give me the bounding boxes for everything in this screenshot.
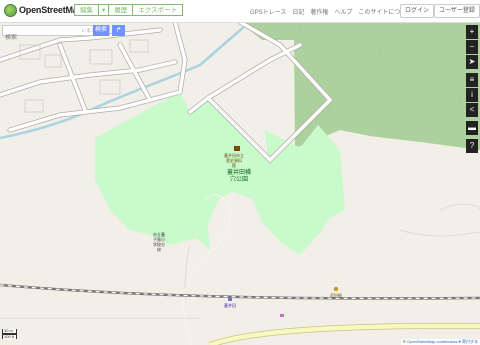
search-button[interactable]: 検索 — [93, 25, 109, 36]
attribution-link[interactable]: OpenStreetMap contributors — [407, 339, 457, 344]
museum-label: 蓋井田市立 歴史資料 館 — [224, 153, 244, 168]
park-name-line1: 蓋井田横 — [227, 170, 252, 176]
nav-links: GPSトレース 日記 著作権 ヘルプ このサイトについて — [244, 7, 412, 16]
scale-bar: 30 m 100 ft — [2, 329, 17, 339]
school-label: 市立蓋 子島小 学校分 校 — [153, 232, 165, 252]
zoom-out-button[interactable]: − — [466, 40, 478, 54]
layers-icon[interactable]: ≡ — [466, 73, 478, 87]
tab-history[interactable]: 履歴 — [109, 4, 134, 16]
park-name-line2: 穴公園 — [230, 177, 249, 183]
nav-diary[interactable]: 日記 — [292, 10, 304, 16]
scale-imperial: 100 ft — [2, 334, 17, 339]
nav-copyright[interactable]: 著作権 — [310, 10, 328, 16]
info-icon[interactable]: i — [466, 88, 478, 102]
query-icon[interactable]: ? — [466, 139, 478, 153]
bus-stop-icon — [280, 314, 284, 317]
note-icon[interactable]: ▬ — [466, 121, 478, 135]
school-label-line4: 校 — [157, 247, 161, 252]
attribution: © OpenStreetMap contributors ♥ 寄付する — [401, 339, 480, 345]
tab-export[interactable]: エクスポート — [133, 4, 184, 16]
osm-logo-icon[interactable] — [4, 4, 17, 17]
nav-gps-traces[interactable]: GPSトレース — [250, 10, 286, 16]
share-icon[interactable]: < — [466, 103, 478, 117]
station2-icon — [333, 286, 339, 292]
museum-label-line3: 館 — [232, 163, 236, 168]
zoom-in-button[interactable]: + — [466, 25, 478, 39]
edit-tab-group: 編集 ▾ 履歴 エクスポート — [74, 4, 184, 16]
directions-icon[interactable]: ↱ — [112, 25, 125, 36]
tab-edit[interactable]: 編集 — [74, 4, 99, 16]
attribution-prefix: © — [403, 339, 406, 344]
edit-dropdown-caret[interactable]: ▾ — [99, 4, 110, 16]
login-button[interactable]: ログイン — [400, 4, 435, 18]
nav-help[interactable]: ヘルプ — [334, 10, 352, 16]
park-name-label: 蓋井田横 穴公園 — [227, 170, 251, 184]
locate-icon[interactable]: ➤ — [466, 55, 478, 69]
signup-button[interactable]: ユーザー登録 — [434, 4, 480, 18]
donate-link[interactable]: ♥ 寄付する — [459, 339, 479, 344]
museum-icon — [234, 146, 240, 151]
search-input[interactable] — [3, 33, 67, 43]
station-label: 蓋井田 — [224, 303, 236, 308]
station2-label: 武田駅 — [330, 293, 342, 298]
header: OpenStreetMap 編集 ▾ 履歴 エクスポート GPSトレース 日記 著作… — [0, 0, 480, 23]
station-icon — [228, 298, 232, 301]
